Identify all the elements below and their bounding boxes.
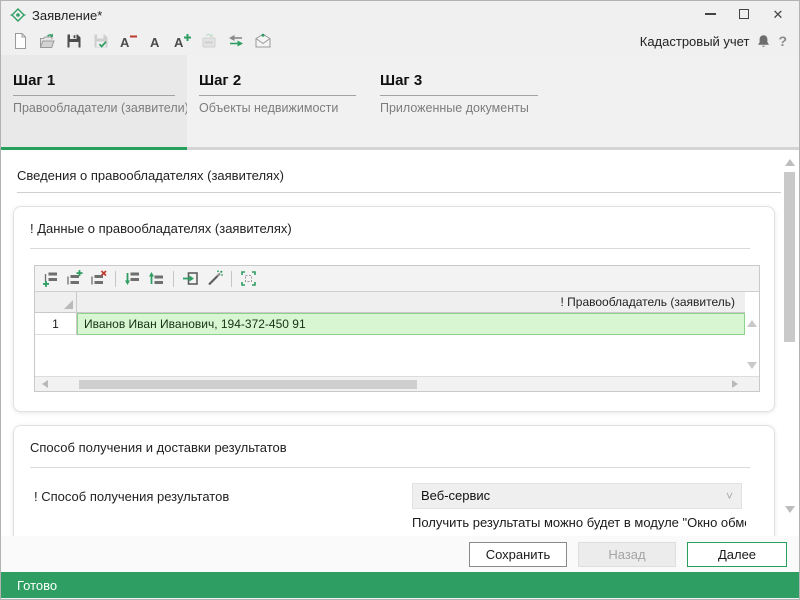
notifications-bell-icon[interactable] bbox=[756, 34, 771, 49]
scroll-left-icon bbox=[38, 380, 48, 388]
close-button[interactable]: ✕ bbox=[761, 3, 795, 25]
grid-corner-cell[interactable] bbox=[35, 292, 77, 313]
status-bar: Готово bbox=[1, 572, 799, 598]
row-add-icon[interactable] bbox=[40, 268, 61, 289]
font-reset-icon[interactable]: А bbox=[144, 30, 166, 52]
step-title: Шаг 3 bbox=[380, 72, 538, 96]
horizontal-scroll-thumb[interactable] bbox=[79, 380, 417, 389]
svg-text:А: А bbox=[150, 35, 160, 50]
wizard-steps: Шаг 1 Правообладатели (заявители) Шаг 2 … bbox=[1, 55, 799, 150]
scroll-down-icon bbox=[785, 506, 795, 518]
status-text: Готово bbox=[17, 578, 57, 593]
owner-value-cell[interactable]: Иванов Иван Иванович, 194-372-450 91 bbox=[77, 313, 745, 335]
grid-horizontal-scrollbar[interactable] bbox=[35, 376, 759, 391]
step-subtitle: Правообладатели (заявители) bbox=[13, 101, 175, 115]
step-title: Шаг 1 bbox=[13, 72, 175, 96]
tab-step-2[interactable]: Шаг 2 Объекты недвижимости bbox=[187, 55, 368, 150]
owners-data-group: ! Данные о правообладателях (заявителях)… bbox=[13, 206, 775, 412]
grid-expand-icon[interactable] bbox=[238, 268, 259, 289]
new-document-icon[interactable] bbox=[9, 30, 31, 52]
grid-vertical-scrollbar[interactable] bbox=[745, 313, 759, 376]
maximize-button[interactable] bbox=[727, 3, 761, 25]
next-button[interactable]: Далее bbox=[687, 542, 787, 567]
main-toolbar-icons: ААА bbox=[9, 30, 274, 52]
main-toolbar: ААА Кадастровый учет ? bbox=[1, 27, 799, 55]
result-method-value: Веб-сервис bbox=[421, 488, 490, 503]
font-increase-icon[interactable]: А bbox=[171, 30, 193, 52]
save-confirm-icon[interactable] bbox=[90, 30, 112, 52]
row-autofill-icon[interactable] bbox=[204, 268, 225, 289]
window-title: Заявление* bbox=[32, 8, 102, 23]
footer-button-bar: Сохранить Назад Далее bbox=[1, 536, 799, 572]
result-method-hint: Получить результаты можно будет в модуле… bbox=[412, 515, 746, 530]
toolbar-separator bbox=[115, 271, 116, 287]
save-button[interactable]: Сохранить bbox=[469, 542, 567, 567]
title-bar: Заявление* ✕ bbox=[1, 1, 799, 27]
owners-group-title: ! Данные о правообладателях (заявителях) bbox=[14, 207, 774, 236]
step-title: Шаг 2 bbox=[199, 72, 356, 96]
grid-column-header[interactable]: ! Правообладатель (заявитель) bbox=[77, 292, 745, 313]
back-button[interactable]: Назад bbox=[578, 542, 676, 567]
minimize-button[interactable] bbox=[693, 3, 727, 25]
tabstrip-filler bbox=[550, 55, 799, 150]
row-import-icon[interactable] bbox=[180, 268, 201, 289]
delivery-group-title: Способ получения и доставки результатов bbox=[14, 426, 774, 455]
svg-text:А: А bbox=[174, 35, 184, 50]
svg-text:А: А bbox=[120, 35, 130, 50]
scroll-up-icon bbox=[747, 315, 757, 327]
table-row: 1 Иванов Иван Иванович, 194-372-450 91 bbox=[35, 313, 759, 335]
section-title: Сведения о правообладателях (заявителях) bbox=[17, 168, 284, 183]
save-icon[interactable] bbox=[63, 30, 85, 52]
row-move-up-icon[interactable] bbox=[146, 268, 167, 289]
row-insert-icon[interactable] bbox=[64, 268, 85, 289]
minimize-icon bbox=[705, 13, 716, 15]
step-subtitle: Приложенные документы bbox=[380, 101, 538, 115]
row-number-cell[interactable]: 1 bbox=[35, 313, 77, 335]
module-label: Кадастровый учет bbox=[640, 34, 750, 49]
exchange-arrows-icon[interactable] bbox=[225, 30, 247, 52]
row-delete-icon[interactable] bbox=[88, 268, 109, 289]
owners-group-divider bbox=[30, 248, 750, 249]
chevron-down-icon: ˅ bbox=[726, 484, 733, 508]
owners-grid: ! Правообладатель (заявитель) 1 Иванов И… bbox=[34, 265, 760, 392]
step-content: Сведения о правообладателях (заявителях)… bbox=[1, 150, 799, 536]
grid-toolbar bbox=[35, 266, 759, 292]
page-vertical-scrollbar[interactable] bbox=[783, 152, 797, 534]
font-decrease-icon[interactable]: А bbox=[117, 30, 139, 52]
send-message-icon[interactable] bbox=[252, 30, 274, 52]
vertical-scroll-thumb[interactable] bbox=[784, 172, 795, 342]
toolbar-separator bbox=[231, 271, 232, 287]
step-subtitle: Объекты недвижимости bbox=[199, 101, 356, 115]
delivery-group-divider bbox=[30, 467, 750, 468]
maximize-icon bbox=[739, 9, 749, 19]
application-window: Заявление* ✕ ААА Кадастровый учет ? Шаг … bbox=[0, 0, 800, 600]
result-method-select[interactable]: Веб-сервис ˅ bbox=[412, 483, 742, 509]
open-document-icon[interactable] bbox=[36, 30, 58, 52]
scroll-right-icon bbox=[732, 380, 742, 388]
tab-step-3[interactable]: Шаг 3 Приложенные документы bbox=[368, 55, 550, 150]
geo-point-app-icon bbox=[10, 7, 26, 23]
scroll-up-icon bbox=[785, 154, 795, 166]
export-disabled-icon[interactable] bbox=[198, 30, 220, 52]
delivery-method-group: Способ получения и доставки результатов … bbox=[13, 425, 775, 536]
section-divider bbox=[17, 192, 781, 193]
scroll-down-icon bbox=[747, 362, 757, 374]
close-icon: ✕ bbox=[773, 8, 784, 21]
toolbar-separator bbox=[173, 271, 174, 287]
result-method-label: ! Способ получения результатов bbox=[34, 489, 229, 504]
row-move-down-icon[interactable] bbox=[122, 268, 143, 289]
tab-step-1[interactable]: Шаг 1 Правообладатели (заявители) bbox=[1, 55, 187, 150]
help-button[interactable]: ? bbox=[778, 33, 791, 49]
